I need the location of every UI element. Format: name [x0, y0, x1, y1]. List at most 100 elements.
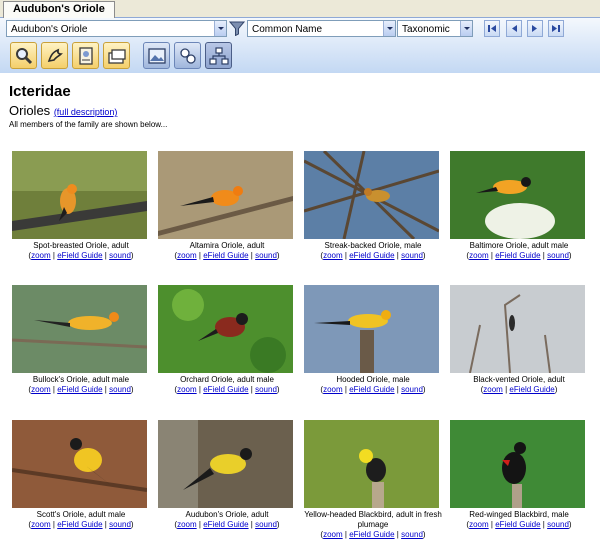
- bird-photo[interactable]: [304, 151, 439, 239]
- sound-link[interactable]: sound: [109, 251, 131, 260]
- efield-guide-link[interactable]: eField Guide: [203, 520, 248, 529]
- sort-value: Taxonomic: [402, 24, 450, 35]
- search-button[interactable]: [10, 42, 37, 69]
- bird-photo[interactable]: [304, 285, 439, 373]
- species-card: Orchard Oriole, adult male (zoom | eFiel…: [155, 285, 299, 395]
- sound-link[interactable]: sound: [109, 520, 131, 529]
- zoom-link[interactable]: zoom: [177, 520, 197, 529]
- sound-link[interactable]: sound: [401, 251, 423, 260]
- arrow-left-icon: [512, 25, 517, 32]
- efield-guide-link[interactable]: eField Guide: [203, 385, 248, 394]
- zoom-link[interactable]: zoom: [323, 251, 343, 260]
- cards-button[interactable]: [103, 42, 130, 69]
- species-card: Black-vented Oriole, adult (zoom | eFiel…: [447, 285, 591, 395]
- first-record-button[interactable]: [484, 20, 500, 37]
- skip-first-icon: [488, 25, 496, 32]
- species-caption: Black-vented Oriole, adult: [473, 375, 565, 384]
- zoom-link[interactable]: zoom: [31, 520, 51, 529]
- group-name: Orioles: [9, 103, 51, 118]
- hierarchy-icon: [209, 47, 229, 65]
- bird-photo[interactable]: [304, 420, 439, 508]
- previous-record-button[interactable]: [506, 20, 522, 37]
- efield-guide-link[interactable]: eField Guide: [349, 251, 394, 260]
- species-links: (zoom | eField Guide | sound): [466, 251, 572, 260]
- sound-link[interactable]: sound: [401, 385, 423, 394]
- tab-audubons-oriole[interactable]: Audubon's Oriole: [3, 1, 115, 18]
- identify-button[interactable]: [41, 42, 68, 69]
- species-caption: Baltimore Oriole, adult male: [469, 241, 569, 250]
- bird-photo[interactable]: [158, 151, 293, 239]
- guide-button[interactable]: [72, 42, 99, 69]
- bird-photo[interactable]: [450, 151, 585, 239]
- zoom-link[interactable]: zoom: [483, 385, 503, 394]
- species-caption: Yellow-headed Blackbird, adult in fresh …: [304, 510, 442, 529]
- species-card: Streak-backed Oriole, male (zoom | eFiel…: [301, 151, 445, 261]
- sound-link[interactable]: sound: [255, 385, 277, 394]
- efield-guide-link[interactable]: eField Guide: [57, 385, 102, 394]
- sound-link[interactable]: sound: [547, 520, 569, 529]
- species-card: Altamira Oriole, adult (zoom | eField Gu…: [155, 151, 299, 261]
- sound-link[interactable]: sound: [255, 520, 277, 529]
- next-record-button[interactable]: [527, 20, 543, 37]
- species-card: Yellow-headed Blackbird, adult in fresh …: [301, 420, 445, 540]
- zoom-link[interactable]: zoom: [177, 251, 197, 260]
- efield-guide-link[interactable]: eField Guide: [203, 251, 248, 260]
- compare-icon: [180, 48, 196, 64]
- gallery-view-button[interactable]: [143, 42, 170, 69]
- efield-guide-link[interactable]: eField Guide: [495, 251, 540, 260]
- family-tree-view-button[interactable]: [205, 42, 232, 69]
- filter-icon[interactable]: [229, 21, 245, 36]
- chevron-down-icon[interactable]: [383, 21, 395, 36]
- bird-photo[interactable]: [450, 420, 585, 508]
- name-mode-select[interactable]: Common Name: [247, 20, 396, 37]
- picture-icon: [148, 48, 166, 64]
- bird-photo[interactable]: [12, 420, 147, 508]
- full-description-link[interactable]: (full description): [54, 107, 118, 117]
- chevron-down-icon[interactable]: [460, 21, 472, 36]
- zoom-link[interactable]: zoom: [469, 520, 489, 529]
- zoom-link[interactable]: zoom: [323, 385, 343, 394]
- family-note: All members of the family are shown belo…: [9, 120, 168, 129]
- efield-guide-link[interactable]: eField Guide: [57, 520, 102, 529]
- zoom-link[interactable]: zoom: [177, 385, 197, 394]
- efield-guide-link[interactable]: eField Guide: [495, 520, 540, 529]
- bird-photo[interactable]: [12, 285, 147, 373]
- bird-photo[interactable]: [158, 420, 293, 508]
- species-links: (zoom | eField Guide | sound): [28, 520, 134, 529]
- efield-guide-link[interactable]: eField Guide: [349, 385, 394, 394]
- sound-link[interactable]: sound: [401, 530, 423, 539]
- species-links: (zoom | eField Guide | sound): [320, 251, 426, 260]
- zoom-link[interactable]: zoom: [323, 530, 343, 539]
- book-icon: [79, 47, 93, 65]
- species-select[interactable]: Audubon's Oriole: [6, 20, 227, 37]
- family-title: Icteridae: [9, 83, 71, 100]
- sort-select[interactable]: Taxonomic: [397, 20, 473, 37]
- chevron-down-icon[interactable]: [214, 21, 226, 36]
- species-links: (zoom | eField Guide): [480, 385, 558, 394]
- species-caption: Scott's Oriole, adult male: [36, 510, 126, 519]
- efield-guide-link[interactable]: eField Guide: [57, 251, 102, 260]
- species-links: (zoom | eField Guide | sound): [28, 251, 134, 260]
- bird-photo[interactable]: [450, 285, 585, 373]
- species-select-value: Audubon's Oriole: [11, 24, 88, 35]
- species-family-page: Icteridae Orioles (full description) All…: [0, 74, 600, 544]
- species-links: (zoom | eField Guide | sound): [174, 385, 280, 394]
- zoom-link[interactable]: zoom: [31, 251, 51, 260]
- sound-link[interactable]: sound: [255, 251, 277, 260]
- efield-guide-link[interactable]: eField Guide: [349, 530, 394, 539]
- species-links: (zoom | eField Guide | sound): [174, 520, 280, 529]
- bird-photo[interactable]: [12, 151, 147, 239]
- species-card: Red-winged Blackbird, male (zoom | eFiel…: [447, 420, 591, 530]
- bird-photo[interactable]: [158, 285, 293, 373]
- species-card: Spot-breasted Oriole, adult (zoom | eFie…: [9, 151, 153, 261]
- last-record-button[interactable]: [548, 20, 564, 37]
- species-links: (zoom | eField Guide | sound): [466, 520, 572, 529]
- zoom-link[interactable]: zoom: [469, 251, 489, 260]
- sound-link[interactable]: sound: [547, 251, 569, 260]
- sound-link[interactable]: sound: [109, 385, 131, 394]
- species-links: (zoom | eField Guide | sound): [320, 385, 426, 394]
- species-links: (zoom | eField Guide | sound): [320, 530, 426, 539]
- efield-guide-link[interactable]: eField Guide: [509, 385, 554, 394]
- zoom-link[interactable]: zoom: [31, 385, 51, 394]
- compare-view-button[interactable]: [174, 42, 201, 69]
